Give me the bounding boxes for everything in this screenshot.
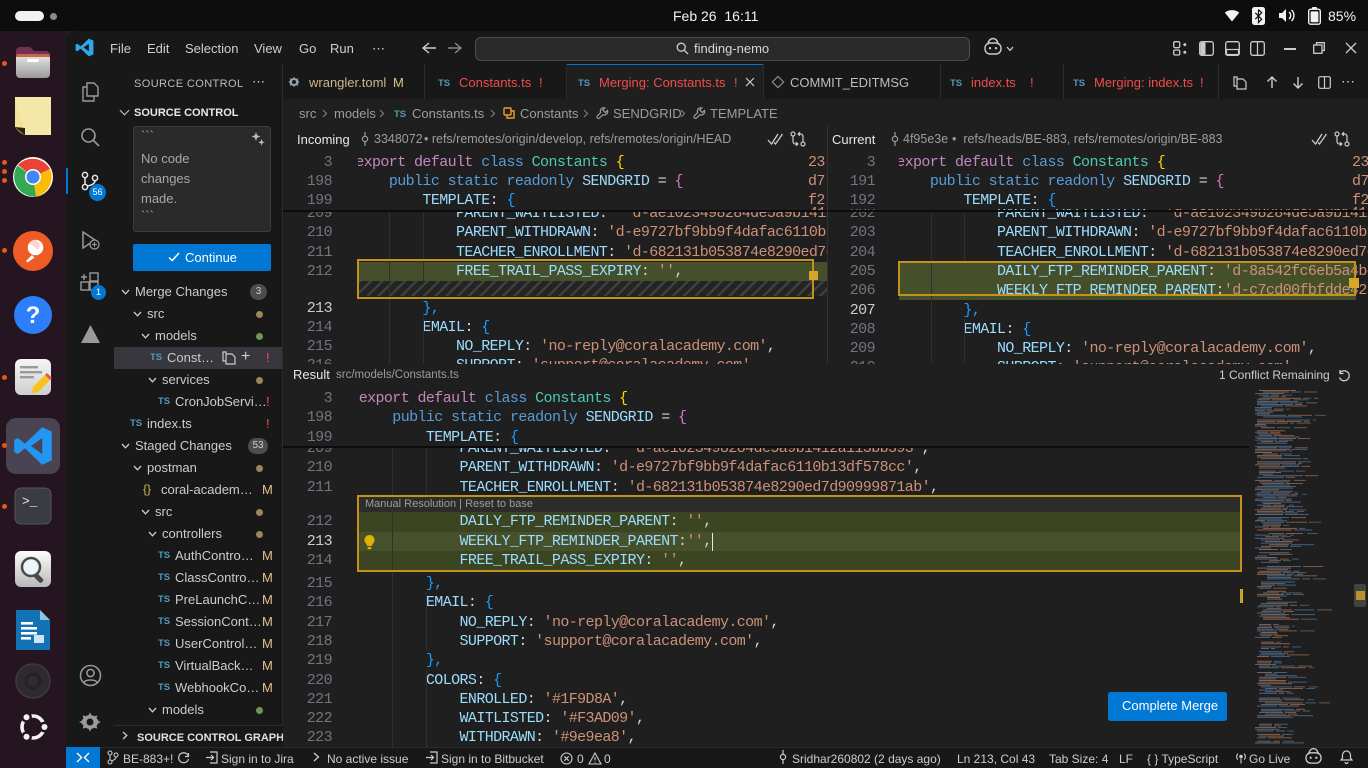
svg-text:>_: >_ — [22, 494, 38, 509]
svg-text:?: ? — [26, 302, 41, 329]
